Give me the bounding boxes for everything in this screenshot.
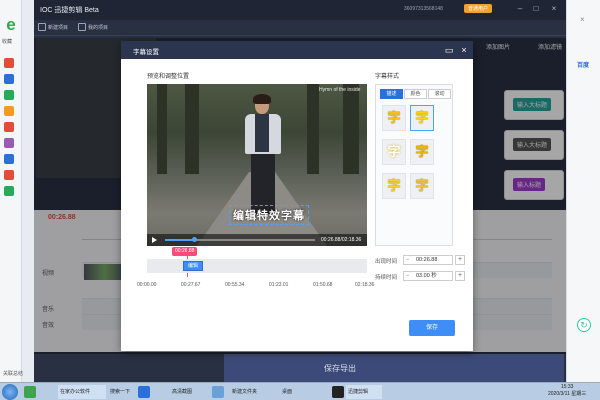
app-shortcut-icon[interactable]	[4, 154, 14, 164]
app-shortcut-icon[interactable]	[4, 106, 14, 116]
video-watermark: Hymn of the inside	[319, 87, 361, 93]
subtitle-segment[interactable]: 编辑	[183, 261, 203, 271]
browser-logo-icon[interactable]: e	[1, 16, 21, 34]
scene-tree	[185, 84, 199, 174]
save-button[interactable]: 保存	[409, 320, 455, 336]
scene-tree	[157, 84, 167, 174]
ruler-tick: 00:00.00	[137, 282, 157, 288]
video-progress-handle[interactable]	[191, 237, 197, 242]
status-text: 关联总结	[3, 371, 24, 377]
style-option[interactable]: 字	[382, 173, 406, 199]
my-project-button[interactable]: 我的项目	[88, 24, 108, 31]
style-option[interactable]: 字	[382, 139, 406, 165]
ruler-tick: 01:23.01	[269, 282, 289, 288]
scene-tree	[307, 84, 319, 174]
video-time: 00:26.88/02:18.36	[321, 237, 362, 243]
style-panel: 描述 颜色 滚动 字 字 字 字 字 字	[375, 84, 453, 246]
video-controls: 00:26.88/02:18.36	[147, 234, 367, 246]
baidu-tab[interactable]: 百度	[577, 60, 589, 69]
play-icon[interactable]	[152, 237, 157, 243]
my-project-icon	[78, 23, 86, 31]
style-option[interactable]: 字	[410, 173, 434, 199]
taskbar-item[interactable]: 迅捷剪辑	[346, 385, 382, 399]
taskbar-item[interactable]: 搜索一下	[108, 385, 134, 399]
duration-label: 持续时间	[375, 275, 398, 281]
dialog-title: 字幕设置	[133, 49, 159, 56]
subtitle-settings-dialog: 字幕设置 ▭ × 预览和调整位置 字幕样式 Hymn of the inside…	[121, 41, 473, 351]
app-shortcut-icon[interactable]	[4, 122, 14, 132]
taskbar-app-icon[interactable]	[212, 386, 224, 398]
style-section-title: 字幕样式	[375, 74, 400, 80]
new-project-button[interactable]: 新建项目	[48, 24, 68, 31]
playhead-time-badge: 00:26.88	[172, 247, 198, 256]
subtitle-timeline[interactable]: 编辑	[147, 259, 367, 273]
tab-color[interactable]: 颜色	[404, 89, 427, 99]
style-option[interactable]: 字	[382, 105, 406, 131]
style-tabs: 描述 颜色 滚动	[380, 89, 451, 99]
minimize-icon[interactable]: –	[514, 3, 526, 15]
plus-icon[interactable]: +	[455, 255, 465, 265]
ruler-tick: 00:27.67	[181, 282, 201, 288]
start-button[interactable]	[2, 384, 18, 400]
app-shortcut-icon[interactable]	[4, 90, 14, 100]
maximize-icon[interactable]: □	[530, 3, 542, 15]
taskbar-item[interactable]: 高清截图	[170, 385, 210, 399]
app-shortcut-icon[interactable]	[4, 186, 14, 196]
minus-icon[interactable]: −	[406, 272, 409, 280]
video-preview[interactable]: Hymn of the inside 编辑特效字幕 00:26.88/02:18…	[147, 84, 367, 246]
taskbar-item[interactable]: 新建文件夹	[230, 385, 274, 399]
taskbar-app-icon[interactable]	[24, 386, 36, 398]
account-id: 36097313568148	[404, 6, 443, 12]
user-level-badge[interactable]: 普通用户	[464, 4, 493, 13]
plus-icon[interactable]: +	[455, 271, 465, 281]
maximize-icon[interactable]: ▭	[443, 44, 455, 56]
export-button[interactable]: 保存导出	[324, 363, 356, 374]
app-toolbar: 新建项目 我的项目	[34, 20, 566, 36]
tab-describe[interactable]: 描述	[380, 89, 403, 99]
taskbar-app-icon[interactable]	[332, 386, 344, 398]
windows-taskbar: 在家办公软件 搜索一下 高清截图 新建文件夹 桌面 迅捷剪辑 15:33 202…	[0, 382, 600, 400]
app-shortcut-icon[interactable]	[4, 170, 14, 180]
close-icon[interactable]: ×	[458, 44, 470, 56]
appear-time-label: 出现时间	[375, 259, 398, 265]
app-titlebar: IOC 迅捷剪辑 Beta 36097313568148 普通用户 – □ ×	[34, 0, 566, 20]
ruler-tick: 02:18.36	[355, 282, 375, 288]
app-shortcut-icon[interactable]	[4, 138, 14, 148]
close-icon[interactable]: ×	[548, 3, 560, 15]
taskbar-item[interactable]: 在家办公软件	[58, 385, 106, 399]
appear-time-field[interactable]: −00:26.88	[403, 255, 453, 265]
ruler-tick: 00:55.34	[225, 282, 245, 288]
browser-side-strip: e 收藏 关联总结	[0, 0, 24, 382]
minus-icon[interactable]: −	[406, 256, 409, 264]
export-bar[interactable]: 保存导出	[224, 354, 564, 382]
close-icon[interactable]: ×	[580, 15, 585, 24]
taskbar-item[interactable]: 桌面	[280, 385, 310, 399]
style-option-selected[interactable]: 字	[410, 105, 434, 131]
video-progress-bar[interactable]	[165, 237, 315, 242]
favorites-label[interactable]: 收藏	[2, 38, 12, 45]
new-project-icon	[38, 23, 46, 31]
browser-right-strip: × 百度 ↻	[566, 0, 600, 382]
refresh-icon[interactable]: ↻	[577, 318, 591, 332]
dialog-header: 字幕设置 ▭ ×	[121, 41, 473, 59]
video-progress-fill	[165, 239, 194, 241]
taskbar-app-icon[interactable]	[138, 386, 150, 398]
scene-tree	[343, 84, 359, 174]
tab-scroll[interactable]: 滚动	[428, 89, 451, 99]
system-clock: 15:33 2020/3/11 星期三	[548, 384, 587, 397]
preview-section-title: 预览和调整位置	[147, 74, 190, 80]
app-logo: IOC 迅捷剪辑 Beta	[40, 7, 99, 14]
style-option[interactable]: 字	[410, 139, 434, 165]
app-shortcut-icon[interactable]	[4, 58, 14, 68]
subtitle-text-box[interactable]: 编辑特效字幕	[229, 205, 309, 225]
app-shortcut-icon[interactable]	[4, 74, 14, 84]
ruler-tick: 01:50.68	[313, 282, 333, 288]
duration-field[interactable]: −03.00 秒	[403, 271, 453, 281]
